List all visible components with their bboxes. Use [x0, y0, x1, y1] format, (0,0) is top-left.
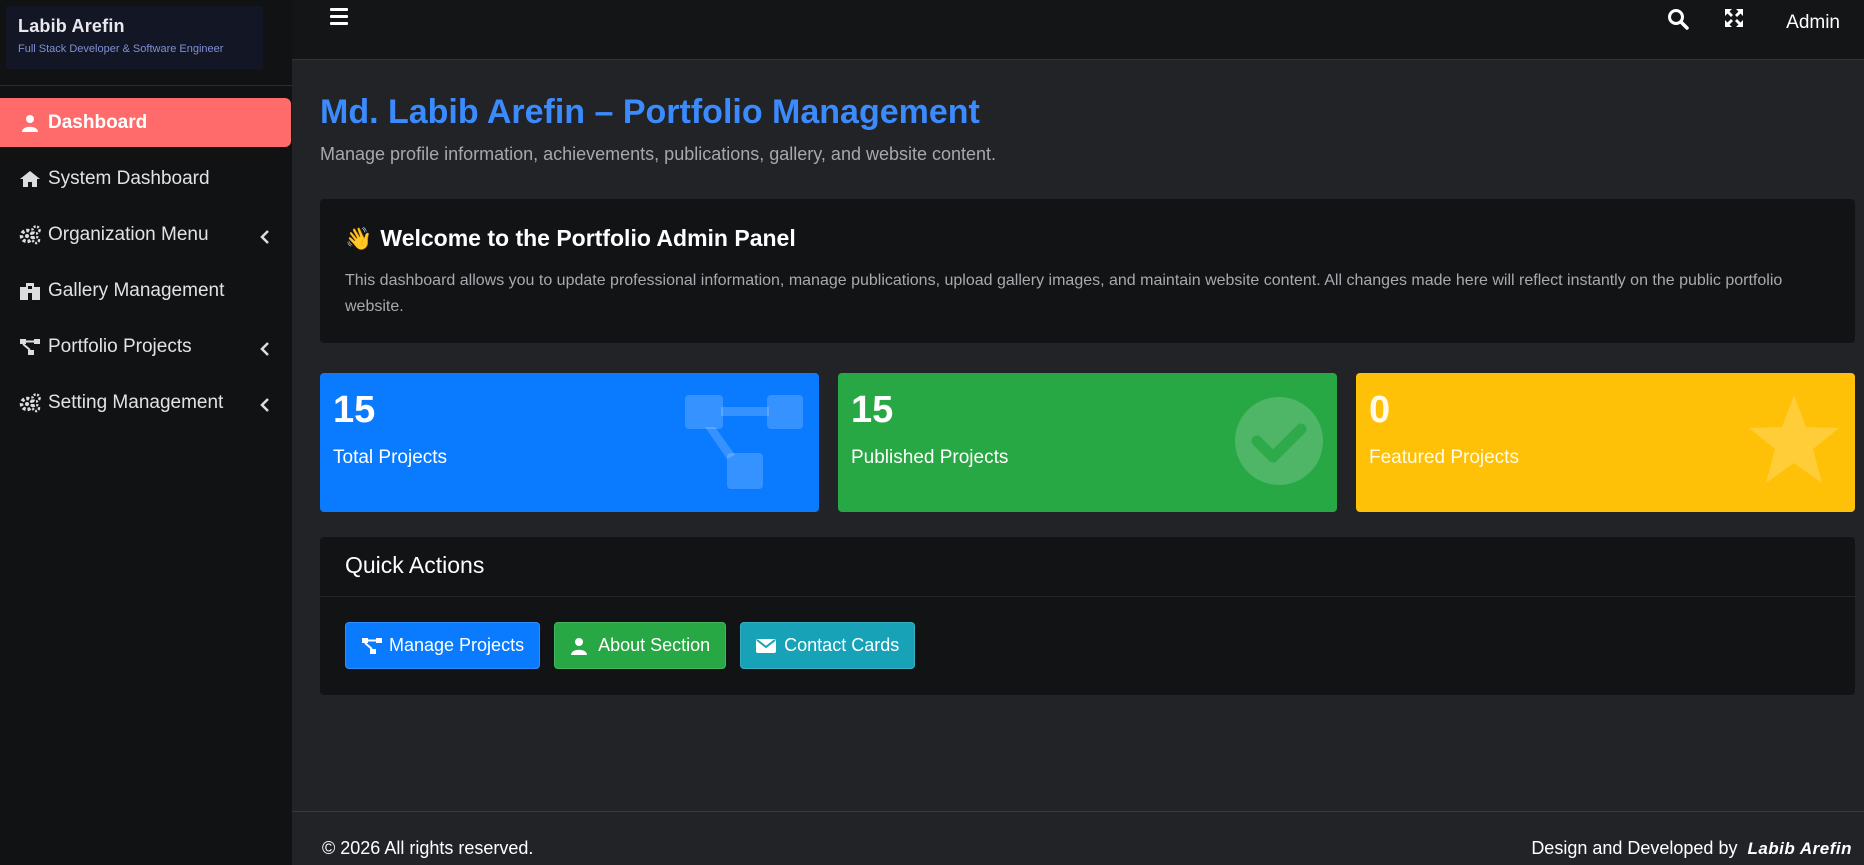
brand-subtitle: Full Stack Developer & Software Engineer: [18, 43, 224, 55]
brand-name: Labib Arefin: [18, 16, 125, 36]
cogs-icon: [18, 392, 42, 414]
sidebar-item-organization-menu[interactable]: Organization Menu: [0, 210, 292, 259]
button-label: About Section: [598, 635, 711, 655]
sidebar-item-label: Organization Menu: [48, 223, 209, 245]
star-icon: [1721, 393, 1841, 493]
sidebar-item-label: Setting Management: [48, 391, 224, 413]
footer: © 2026 All rights reserved. Design and D…: [292, 811, 1864, 865]
cogs-icon: [18, 224, 42, 246]
sidebar-item-system-dashboard[interactable]: System Dashboard: [0, 154, 292, 203]
top-navbar: Admin: [292, 0, 1864, 60]
sidebar-item-label: System Dashboard: [48, 167, 210, 189]
home-icon: [18, 168, 42, 190]
about-section-button[interactable]: About Section: [554, 622, 727, 669]
waving-hand-icon: 👋: [345, 225, 373, 251]
sidebar-nav: Dashboard System Dashboard Organization …: [0, 86, 292, 427]
stat-card-featured-projects[interactable]: 0 Featured Projects: [1356, 373, 1855, 512]
brand-logo[interactable]: Labib Arefin Full Stack Developer & Soft…: [6, 6, 263, 69]
footer-credit: Design and Developed by Labib Arefin: [1531, 838, 1852, 859]
developer-signature[interactable]: Labib Arefin: [1747, 839, 1852, 859]
chevron-left-icon: [258, 228, 272, 244]
welcome-title-text: Welcome to the Portfolio Admin Panel: [380, 225, 796, 251]
sidebar-item-label: Gallery Management: [48, 279, 225, 301]
button-label: Manage Projects: [389, 635, 525, 655]
main-content: Md. Labib Arefin – Portfolio Management …: [292, 61, 1864, 811]
contact-cards-button[interactable]: Contact Cards: [740, 622, 916, 669]
sidebar-item-portfolio-projects[interactable]: Portfolio Projects: [0, 322, 292, 371]
sitemap-icon: [685, 393, 805, 493]
sidebar-item-dashboard[interactable]: Dashboard: [0, 98, 291, 147]
user-menu[interactable]: Admin: [1786, 12, 1840, 34]
welcome-card: 👋 Welcome to the Portfolio Admin Panel T…: [320, 199, 1855, 343]
page-title: Md. Labib Arefin – Portfolio Management: [320, 93, 980, 131]
building-icon: [18, 280, 42, 302]
envelope-icon: [756, 636, 778, 656]
page-subtitle: Manage profile information, achievements…: [320, 144, 997, 164]
stat-card-total-projects[interactable]: 15 Total Projects: [320, 373, 819, 512]
chevron-left-icon: [258, 340, 272, 356]
quick-actions-buttons: Manage Projects About Section Contact Ca…: [320, 597, 1855, 694]
welcome-text: This dashboard allows you to update prof…: [345, 272, 1783, 315]
credit-prefix: Design and Developed by: [1531, 838, 1738, 858]
user-icon: [570, 636, 592, 656]
stats-row: 15 Total Projects 15 Published Projects …: [320, 373, 1855, 512]
welcome-title: 👋 Welcome to the Portfolio Admin Panel: [345, 225, 1830, 252]
button-label: Contact Cards: [784, 635, 900, 655]
search-icon[interactable]: [1667, 8, 1689, 30]
sidebar-item-label: Dashboard: [48, 111, 148, 133]
quick-actions-title: Quick Actions: [320, 537, 1855, 597]
copyright-text: © 2026 All rights reserved.: [322, 838, 534, 858]
brand-area: Labib Arefin Full Stack Developer & Soft…: [0, 0, 292, 86]
user-icon: [18, 112, 42, 134]
hamburger-menu-icon[interactable]: [330, 8, 352, 28]
sidebar-item-label: Portfolio Projects: [48, 335, 192, 357]
sitemap-icon: [361, 636, 383, 656]
sitemap-icon: [18, 336, 42, 358]
manage-projects-button[interactable]: Manage Projects: [345, 622, 541, 669]
quick-actions-card: Quick Actions Manage Projects About Sect…: [320, 537, 1855, 695]
check-circle-icon: [1203, 393, 1323, 493]
chevron-left-icon: [258, 396, 272, 412]
sidebar-item-gallery-management[interactable]: Gallery Management: [0, 266, 292, 315]
sidebar: Labib Arefin Full Stack Developer & Soft…: [0, 0, 292, 865]
stat-card-published-projects[interactable]: 15 Published Projects: [838, 373, 1337, 512]
fullscreen-icon[interactable]: [1724, 8, 1746, 30]
sidebar-item-setting-management[interactable]: Setting Management: [0, 378, 292, 427]
